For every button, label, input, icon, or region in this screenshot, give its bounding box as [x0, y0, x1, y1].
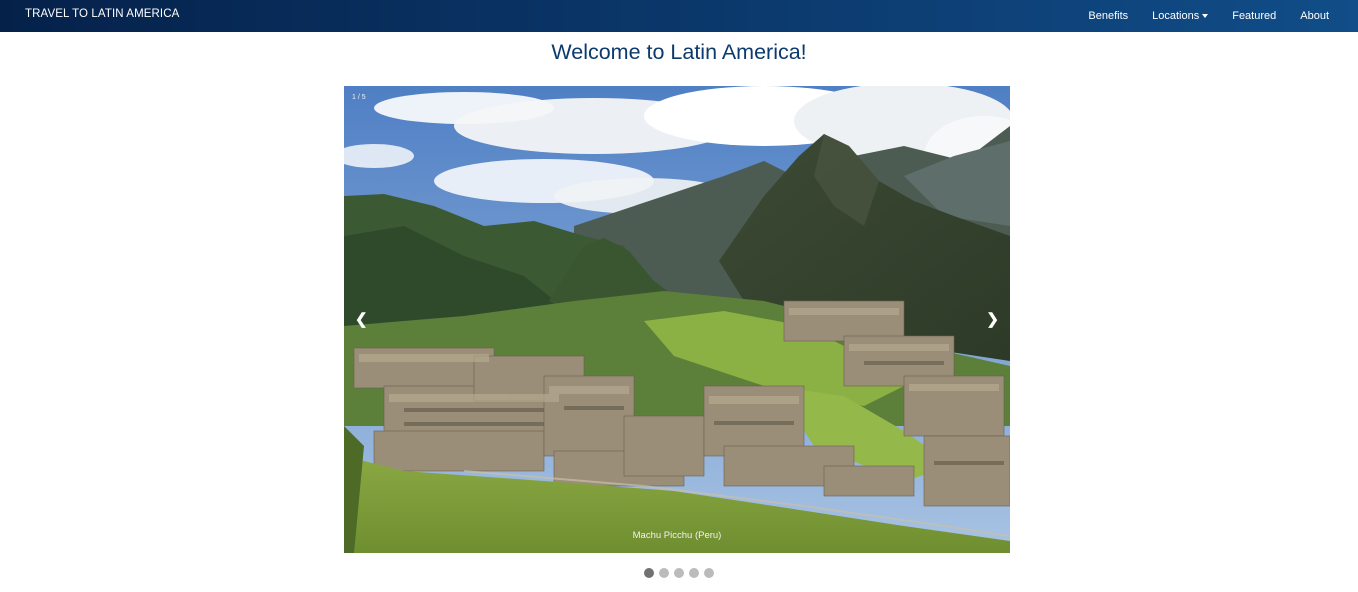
slide-dots — [0, 568, 1358, 578]
slide-counter: 1 / 5 — [352, 94, 366, 101]
slide-dot-1[interactable] — [644, 568, 654, 578]
chevron-left-icon[interactable]: ❮ — [355, 310, 368, 330]
nav-link-featured[interactable]: Featured — [1220, 0, 1288, 32]
nav-link-label: Benefits — [1088, 10, 1129, 22]
nav-link-locations[interactable]: Locations — [1140, 0, 1220, 32]
nav-link-label: Locations — [1152, 10, 1200, 22]
site-brand[interactable]: TRAVEL TO LATIN AMERICA — [25, 0, 179, 32]
nav-link-label: About — [1300, 10, 1329, 22]
page-title: Welcome to Latin America! — [551, 40, 807, 64]
slide-dot-4[interactable] — [689, 568, 699, 578]
caret-down-icon — [1202, 14, 1209, 18]
chevron-right-icon[interactable]: ❯ — [986, 310, 999, 330]
slideshow: 1 / 5 ❮ ❯ Machu Picchu (Peru) — [344, 86, 1010, 553]
top-navbar: TRAVEL TO LATIN AMERICA Benefits Locatio… — [0, 0, 1358, 32]
slide-dot-2[interactable] — [659, 568, 669, 578]
nav-links: Benefits Locations Featured About — [1076, 0, 1358, 32]
nav-link-about[interactable]: About — [1288, 0, 1358, 32]
slide-image — [344, 86, 1010, 553]
slide-dot-5[interactable] — [704, 568, 714, 578]
slide-caption: Machu Picchu (Peru) — [632, 530, 722, 541]
slide-dot-3[interactable] — [674, 568, 684, 578]
nav-link-benefits[interactable]: Benefits — [1076, 0, 1140, 32]
nav-link-label: Featured — [1232, 10, 1277, 22]
